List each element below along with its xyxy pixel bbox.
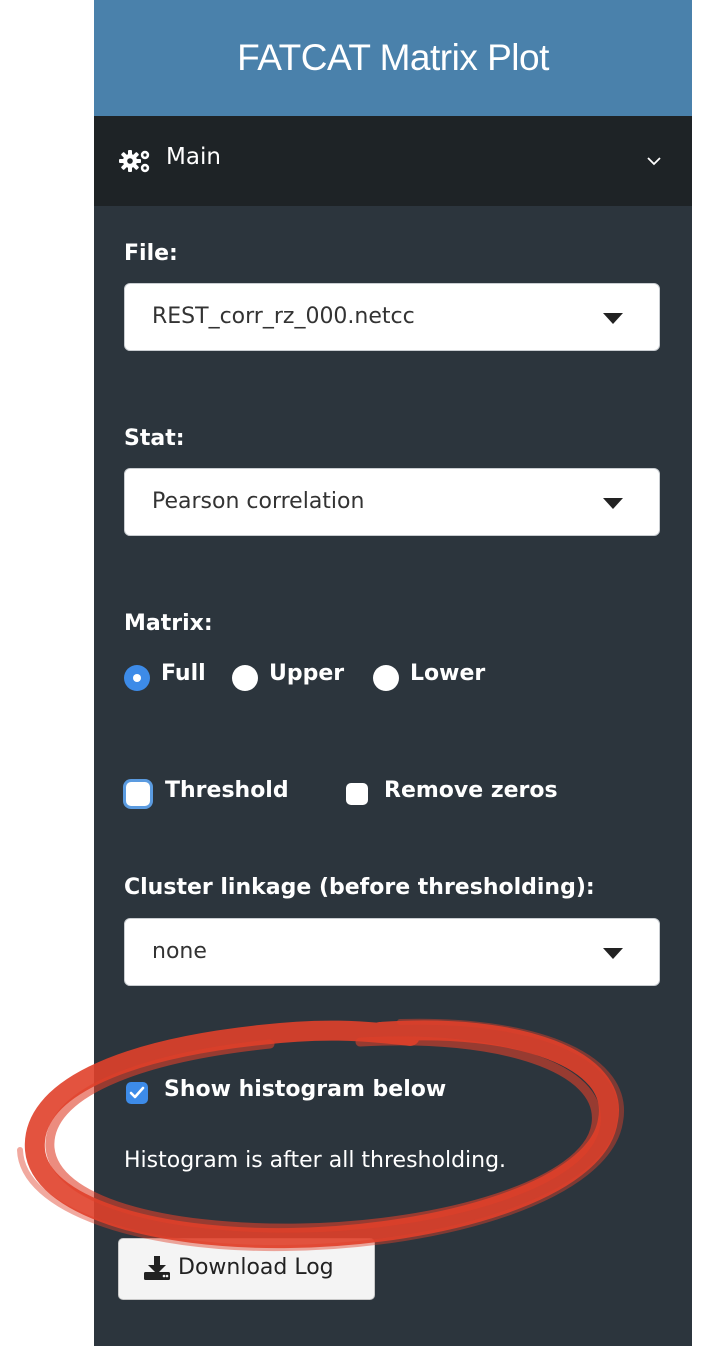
show-histogram-label: Show histogram below <box>164 1077 447 1102</box>
file-select[interactable]: REST_corr_rz_000.netcc <box>124 283 660 351</box>
menu-item-main[interactable]: Main <box>94 116 692 206</box>
stat-select[interactable]: Pearson correlation <box>124 468 660 536</box>
radio-label: Lower <box>410 661 486 686</box>
threshold-checkbox[interactable]: Threshold <box>126 778 296 812</box>
cluster-select-value: none <box>152 939 207 964</box>
gears-icon <box>119 147 153 179</box>
download-log-button[interactable]: Download Log <box>118 1238 375 1300</box>
radio-label: Full <box>161 661 206 686</box>
radio-unchecked-icon <box>373 665 399 691</box>
download-icon <box>144 1256 170 1286</box>
file-label: File: <box>124 241 178 266</box>
threshold-label: Threshold <box>165 778 289 803</box>
menu-item-label: Main <box>166 144 221 170</box>
remove-zeros-label: Remove zeros <box>384 778 558 803</box>
radio-label: Upper <box>269 661 345 686</box>
radio-unchecked-icon <box>232 665 258 691</box>
download-log-label: Download Log <box>178 1255 334 1280</box>
checkbox-unchecked-icon <box>126 782 150 806</box>
checkbox-checked-icon <box>126 1082 148 1104</box>
caret-down-icon <box>603 498 623 509</box>
remove-zeros-checkbox[interactable]: Remove zeros <box>346 778 558 812</box>
app-title: FATCAT Matrix Plot <box>94 0 692 116</box>
stat-label: Stat: <box>124 426 185 451</box>
cluster-select[interactable]: none <box>124 918 660 986</box>
caret-down-icon <box>603 948 623 959</box>
radio-checked-icon <box>124 665 150 691</box>
show-histogram-checkbox[interactable]: Show histogram below <box>126 1077 446 1111</box>
radio-full[interactable]: Full <box>124 660 214 694</box>
histogram-help-text: Histogram is after all thresholding. <box>124 1148 507 1173</box>
sidebar-panel: FATCAT Matrix Plot Main File: REST_corr_… <box>94 0 692 1346</box>
cluster-label: Cluster linkage (before thresholding): <box>124 875 595 900</box>
checkbox-unchecked-icon <box>346 783 368 805</box>
file-select-value: REST_corr_rz_000.netcc <box>152 304 415 329</box>
stat-select-value: Pearson correlation <box>152 489 365 514</box>
caret-down-icon <box>603 313 623 324</box>
chevron-down-icon <box>646 152 662 171</box>
radio-upper[interactable]: Upper <box>232 660 357 694</box>
matrix-label: Matrix: <box>124 611 213 636</box>
radio-lower[interactable]: Lower <box>373 660 498 694</box>
